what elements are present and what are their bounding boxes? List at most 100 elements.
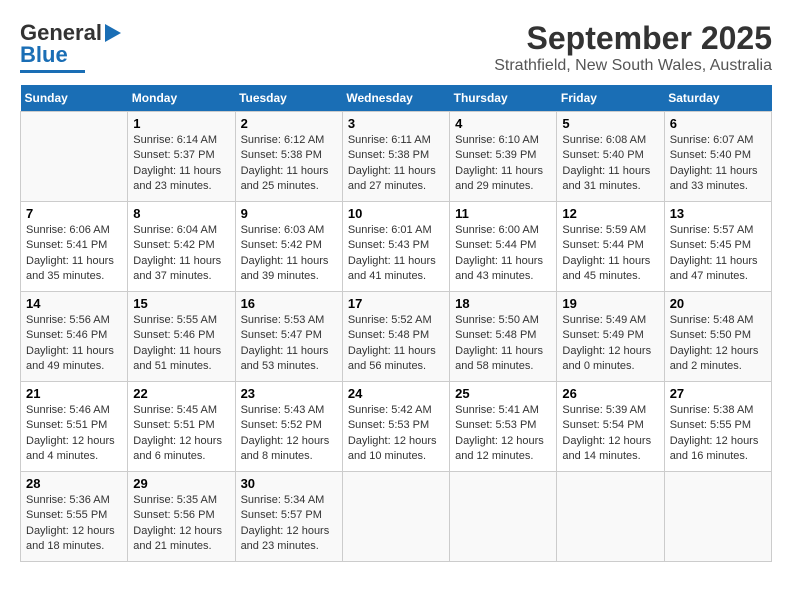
header-row: Sunday Monday Tuesday Wednesday Thursday… — [21, 85, 772, 112]
day-number: 1 — [133, 116, 229, 131]
calendar-table: Sunday Monday Tuesday Wednesday Thursday… — [20, 85, 772, 562]
cell-info: Sunrise: 6:10 AM Sunset: 5:39 PM Dayligh… — [455, 133, 551, 195]
calendar-cell — [664, 472, 771, 562]
day-number: 28 — [26, 476, 122, 491]
calendar-cell: 20 Sunrise: 5:48 AM Sunset: 5:50 PM Dayli… — [664, 292, 771, 382]
calendar-header: Sunday Monday Tuesday Wednesday Thursday… — [21, 85, 772, 112]
cell-info: Sunrise: 5:35 AM Sunset: 5:56 PM Dayligh… — [133, 493, 229, 555]
cell-info: Sunrise: 5:39 AM Sunset: 5:54 PM Dayligh… — [562, 403, 658, 465]
day-number: 16 — [241, 296, 337, 311]
day-number: 21 — [26, 386, 122, 401]
calendar-cell: 2 Sunrise: 6:12 AM Sunset: 5:38 PM Daylig… — [235, 112, 342, 202]
day-number: 17 — [348, 296, 444, 311]
day-number: 3 — [348, 116, 444, 131]
title-block: September 2025 Strathfield, New South Wa… — [494, 20, 772, 75]
calendar-cell: 10Sunrise: 6:01 AM Sunset: 5:43 PM Dayli… — [342, 202, 449, 292]
calendar-week-2: 7 Sunrise: 6:06 AM Sunset: 5:41 PM Daylig… — [21, 202, 772, 292]
calendar-week-1: 1 Sunrise: 6:14 AM Sunset: 5:37 PM Daylig… — [21, 112, 772, 202]
calendar-cell: 3Sunrise: 6:11 AM Sunset: 5:38 PM Daylig… — [342, 112, 449, 202]
cell-info: Sunrise: 5:36 AM Sunset: 5:55 PM Dayligh… — [26, 493, 122, 555]
calendar-cell: 9 Sunrise: 6:03 AM Sunset: 5:42 PM Daylig… — [235, 202, 342, 292]
day-number: 2 — [241, 116, 337, 131]
logo-arrow-icon — [105, 24, 121, 42]
col-friday: Friday — [557, 85, 664, 112]
calendar-cell: 14 Sunrise: 5:56 AM Sunset: 5:46 PM Dayli… — [21, 292, 128, 382]
calendar-week-4: 21 Sunrise: 5:46 AM Sunset: 5:51 PM Dayli… — [21, 382, 772, 472]
cell-info: Sunrise: 6:04 AM Sunset: 5:42 PM Dayligh… — [133, 223, 229, 285]
calendar-week-5: 28 Sunrise: 5:36 AM Sunset: 5:55 PM Dayli… — [21, 472, 772, 562]
calendar-cell: 6 Sunrise: 6:07 AM Sunset: 5:40 PM Daylig… — [664, 112, 771, 202]
calendar-cell: 29 Sunrise: 5:35 AM Sunset: 5:56 PM Dayli… — [128, 472, 235, 562]
cell-info: Sunrise: 6:07 AM Sunset: 5:40 PM Dayligh… — [670, 133, 766, 195]
day-number: 23 — [241, 386, 337, 401]
page-subtitle: Strathfield, New South Wales, Australia — [494, 57, 772, 75]
calendar-cell: 23Sunrise: 5:43 AM Sunset: 5:52 PM Dayli… — [235, 382, 342, 472]
cell-info: Sunrise: 5:46 AM Sunset: 5:51 PM Dayligh… — [26, 403, 122, 465]
cell-info: Sunrise: 6:06 AM Sunset: 5:41 PM Dayligh… — [26, 223, 122, 285]
cell-info: Sunrise: 5:49 AM Sunset: 5:49 PM Dayligh… — [562, 313, 658, 375]
day-number: 24 — [348, 386, 444, 401]
logo-underline — [20, 70, 85, 73]
calendar-cell: 8 Sunrise: 6:04 AM Sunset: 5:42 PM Daylig… — [128, 202, 235, 292]
calendar-cell — [21, 112, 128, 202]
calendar-body: 1 Sunrise: 6:14 AM Sunset: 5:37 PM Daylig… — [21, 112, 772, 562]
cell-info: Sunrise: 5:48 AM Sunset: 5:50 PM Dayligh… — [670, 313, 766, 375]
day-number: 11 — [455, 206, 551, 221]
cell-info: Sunrise: 5:45 AM Sunset: 5:51 PM Dayligh… — [133, 403, 229, 465]
calendar-cell — [342, 472, 449, 562]
calendar-cell: 30 Sunrise: 5:34 AM Sunset: 5:57 PM Dayli… — [235, 472, 342, 562]
day-number: 12 — [562, 206, 658, 221]
day-number: 14 — [26, 296, 122, 311]
col-sunday: Sunday — [21, 85, 128, 112]
page-title: September 2025 — [494, 20, 772, 57]
calendar-cell: 5 Sunrise: 6:08 AM Sunset: 5:40 PM Daylig… — [557, 112, 664, 202]
day-number: 26 — [562, 386, 658, 401]
day-number: 30 — [241, 476, 337, 491]
calendar-cell: 12Sunrise: 5:59 AM Sunset: 5:44 PM Dayli… — [557, 202, 664, 292]
calendar-cell: 13Sunrise: 5:57 AM Sunset: 5:45 PM Dayli… — [664, 202, 771, 292]
cell-info: Sunrise: 5:57 AM Sunset: 5:45 PM Dayligh… — [670, 223, 766, 285]
cell-info: Sunrise: 5:34 AM Sunset: 5:57 PM Dayligh… — [241, 493, 337, 555]
cell-info: Sunrise: 5:56 AM Sunset: 5:46 PM Dayligh… — [26, 313, 122, 375]
cell-info: Sunrise: 5:42 AM Sunset: 5:53 PM Dayligh… — [348, 403, 444, 465]
calendar-cell: 28 Sunrise: 5:36 AM Sunset: 5:55 PM Dayli… — [21, 472, 128, 562]
day-number: 29 — [133, 476, 229, 491]
day-number: 20 — [670, 296, 766, 311]
cell-info: Sunrise: 6:08 AM Sunset: 5:40 PM Dayligh… — [562, 133, 658, 195]
cell-info: Sunrise: 6:03 AM Sunset: 5:42 PM Dayligh… — [241, 223, 337, 285]
cell-info: Sunrise: 5:53 AM Sunset: 5:47 PM Dayligh… — [241, 313, 337, 375]
logo-blue: Blue — [20, 42, 68, 68]
cell-info: Sunrise: 6:12 AM Sunset: 5:38 PM Dayligh… — [241, 133, 337, 195]
cell-info: Sunrise: 6:14 AM Sunset: 5:37 PM Dayligh… — [133, 133, 229, 195]
calendar-cell: 25Sunrise: 5:41 AM Sunset: 5:53 PM Dayli… — [450, 382, 557, 472]
day-number: 5 — [562, 116, 658, 131]
cell-info: Sunrise: 5:55 AM Sunset: 5:46 PM Dayligh… — [133, 313, 229, 375]
col-tuesday: Tuesday — [235, 85, 342, 112]
calendar-cell: 11 Sunrise: 6:00 AM Sunset: 5:44 PM Dayli… — [450, 202, 557, 292]
calendar-cell: 15Sunrise: 5:55 AM Sunset: 5:46 PM Dayli… — [128, 292, 235, 382]
calendar-cell: 17Sunrise: 5:52 AM Sunset: 5:48 PM Dayli… — [342, 292, 449, 382]
col-monday: Monday — [128, 85, 235, 112]
calendar-cell: 19 Sunrise: 5:49 AM Sunset: 5:49 PM Dayli… — [557, 292, 664, 382]
logo: General Blue — [20, 20, 121, 73]
cell-info: Sunrise: 6:00 AM Sunset: 5:44 PM Dayligh… — [455, 223, 551, 285]
cell-info: Sunrise: 6:01 AM Sunset: 5:43 PM Dayligh… — [348, 223, 444, 285]
col-thursday: Thursday — [450, 85, 557, 112]
cell-info: Sunrise: 5:50 AM Sunset: 5:48 PM Dayligh… — [455, 313, 551, 375]
col-wednesday: Wednesday — [342, 85, 449, 112]
day-number: 7 — [26, 206, 122, 221]
day-number: 9 — [241, 206, 337, 221]
day-number: 19 — [562, 296, 658, 311]
day-number: 8 — [133, 206, 229, 221]
calendar-cell — [557, 472, 664, 562]
day-number: 4 — [455, 116, 551, 131]
cell-info: Sunrise: 5:41 AM Sunset: 5:53 PM Dayligh… — [455, 403, 551, 465]
calendar-cell: 27Sunrise: 5:38 AM Sunset: 5:55 PM Dayli… — [664, 382, 771, 472]
day-number: 6 — [670, 116, 766, 131]
day-number: 22 — [133, 386, 229, 401]
calendar-cell: 26 Sunrise: 5:39 AM Sunset: 5:54 PM Dayli… — [557, 382, 664, 472]
calendar-cell: 7 Sunrise: 6:06 AM Sunset: 5:41 PM Daylig… — [21, 202, 128, 292]
col-saturday: Saturday — [664, 85, 771, 112]
calendar-cell: 21 Sunrise: 5:46 AM Sunset: 5:51 PM Dayli… — [21, 382, 128, 472]
calendar-cell: 22 Sunrise: 5:45 AM Sunset: 5:51 PM Dayli… — [128, 382, 235, 472]
